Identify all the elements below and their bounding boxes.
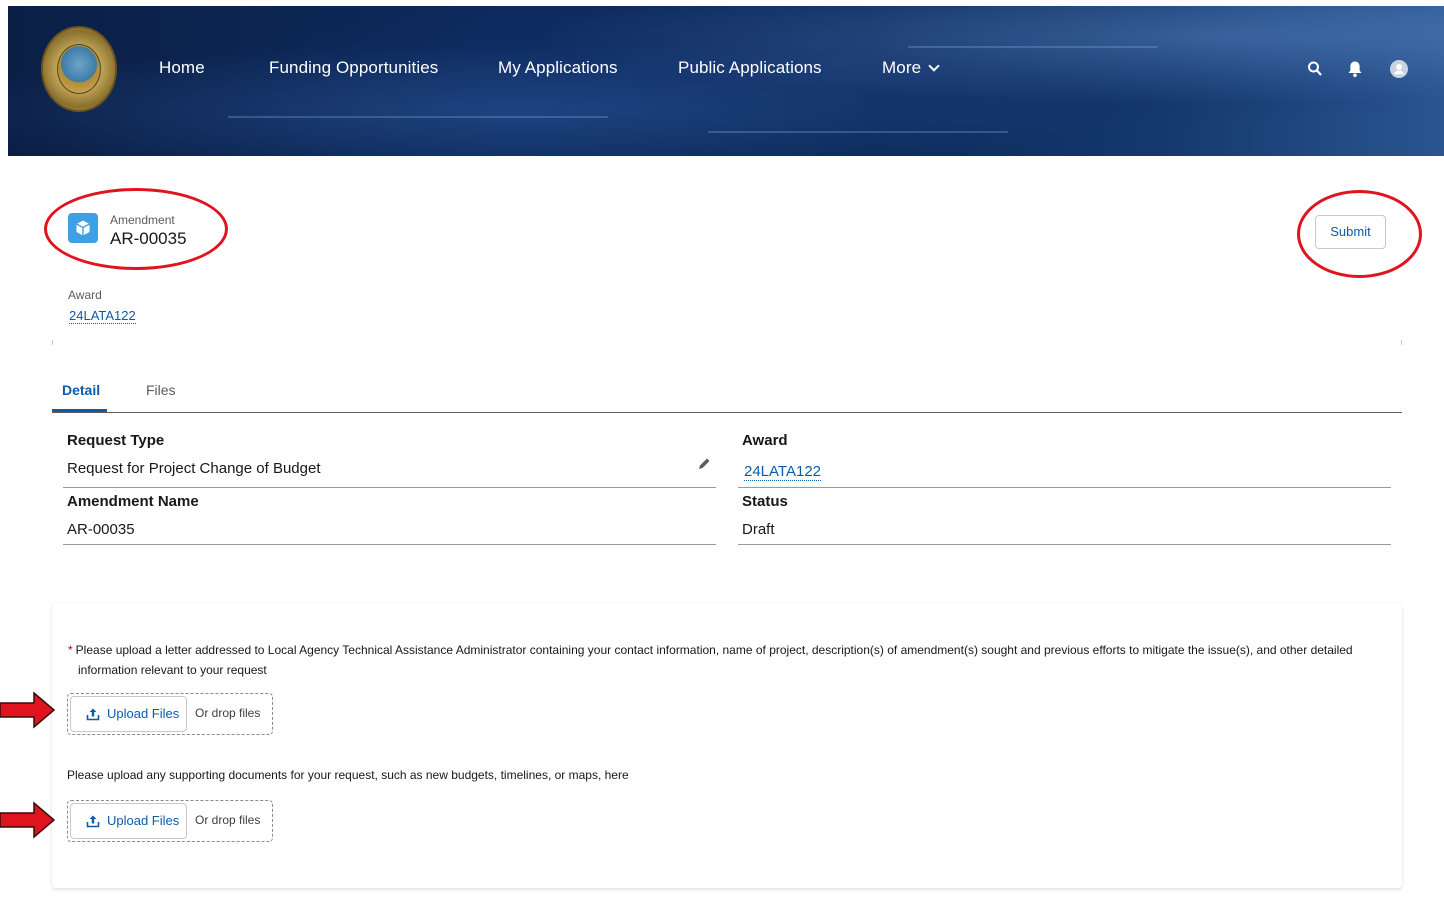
search-icon[interactable] [1307, 60, 1323, 83]
amendment-name-label: Amendment Name [67, 493, 199, 510]
award-link[interactable]: 24LATA122 [744, 463, 821, 481]
tab-detail[interactable]: Detail [62, 382, 100, 398]
annotation-circle [44, 188, 228, 270]
tab-files[interactable]: Files [146, 382, 176, 398]
request-type-value: Request for Project Change of Budget [67, 460, 321, 477]
nav-home[interactable]: Home [159, 58, 205, 78]
annotation-arrow [0, 691, 56, 729]
required-marker: * [68, 643, 73, 657]
letter-prompt-line1: Please upload a letter addressed to Loca… [75, 643, 1353, 657]
banner-decoration [228, 116, 608, 118]
letter-file-dropzone[interactable]: Upload Files Or drop files [67, 693, 273, 735]
upload-icon [86, 708, 100, 721]
supporting-docs-prompt: Please upload any supporting documents f… [67, 768, 629, 782]
upload-files-button[interactable]: Upload Files [70, 803, 187, 839]
divider-tick [52, 340, 53, 345]
award-label: Award [742, 432, 788, 449]
upload-files-button[interactable]: Upload Files [70, 696, 187, 732]
drop-files-label: Or drop files [195, 813, 261, 827]
pencil-icon[interactable] [697, 457, 711, 476]
state-seal-logo[interactable] [41, 26, 117, 112]
drop-files-label: Or drop files [195, 706, 261, 720]
annotation-circle [1297, 190, 1422, 278]
request-type-label: Request Type [67, 432, 165, 449]
letter-upload-prompt: * Please upload a letter addressed to Loc… [68, 640, 1368, 680]
nav-public-applications[interactable]: Public Applications [678, 58, 822, 78]
bell-icon[interactable] [1347, 60, 1363, 83]
upload-files-label: Upload Files [107, 706, 180, 721]
award-header-link[interactable]: 24LATA122 [69, 308, 136, 324]
chevron-down-icon [928, 60, 940, 72]
amendment-name-value: AR-00035 [67, 521, 135, 538]
tab-divider [52, 412, 1402, 413]
field-divider [63, 544, 716, 545]
upload-files-label: Upload Files [107, 813, 180, 828]
nav-funding-opportunities[interactable]: Funding Opportunities [269, 58, 438, 78]
header-banner [8, 6, 1444, 156]
upload-icon [86, 815, 100, 828]
nav-more[interactable]: More [882, 58, 940, 78]
banner-decoration [908, 46, 1158, 48]
divider-tick [1401, 340, 1402, 345]
seal-emblem [57, 44, 101, 94]
field-divider [63, 487, 716, 488]
status-label: Status [742, 493, 788, 510]
status-value: Draft [742, 521, 775, 538]
annotation-arrow [0, 801, 56, 839]
nav-more-label: More [882, 58, 922, 77]
award-header-label: Award [68, 288, 102, 302]
letter-prompt-line2: information relevant to your request [78, 663, 267, 677]
nav-my-applications[interactable]: My Applications [498, 58, 618, 78]
field-divider [738, 487, 1391, 488]
supporting-file-dropzone[interactable]: Upload Files Or drop files [67, 800, 273, 842]
user-avatar-icon[interactable] [1390, 60, 1408, 83]
field-divider [738, 544, 1391, 545]
banner-decoration [708, 131, 1008, 133]
